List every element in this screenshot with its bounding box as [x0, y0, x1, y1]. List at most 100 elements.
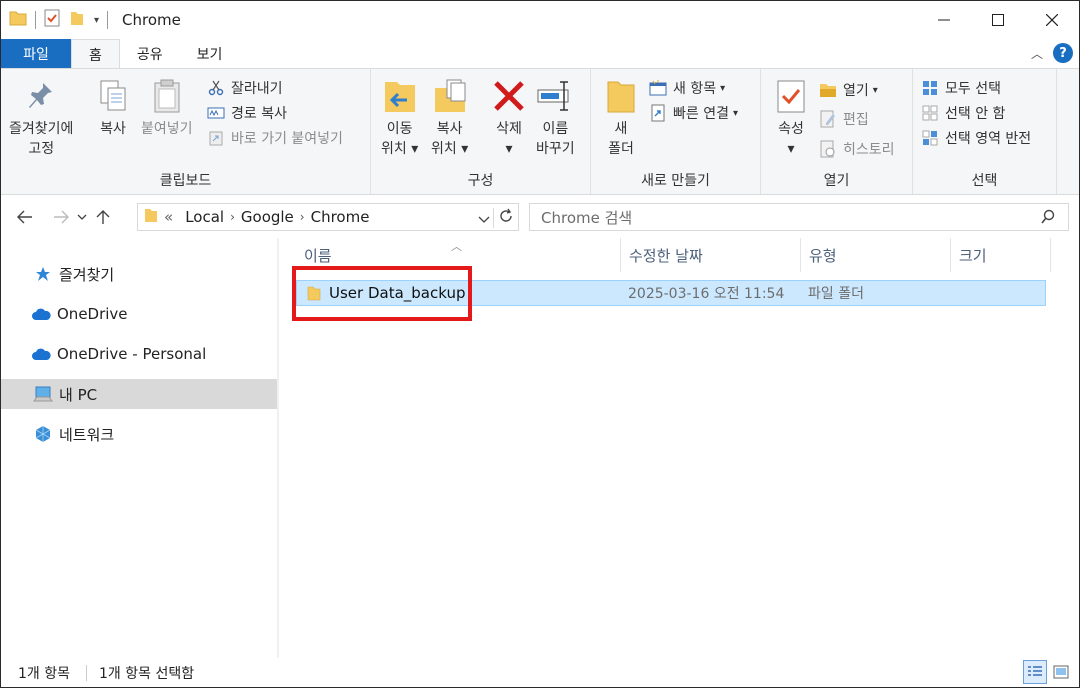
clipboard-icon	[149, 77, 185, 115]
select-none-button[interactable]: 선택 안 함	[921, 102, 1005, 124]
copy-to-icon	[432, 77, 468, 115]
window-controls	[917, 1, 1079, 39]
ribbon-tabs: 파일 홈 공유 보기 ︿ ?	[1, 39, 1079, 69]
copy-icon	[95, 77, 131, 115]
new-group: 새 폴더 새 항목 ▾ 빠른 연결 ▾ 새로 만들기	[591, 69, 761, 194]
rename-button[interactable]: 이름 바꾸기	[536, 77, 575, 159]
forward-button[interactable]	[48, 202, 74, 232]
breadcrumb-local[interactable]: Local	[179, 208, 230, 226]
new-folder-icon[interactable]	[70, 9, 84, 31]
new-folder-icon	[603, 77, 639, 115]
large-icons-view-button[interactable]	[1049, 660, 1073, 684]
copy-path-button[interactable]: 경로 복사	[207, 102, 287, 124]
copy-button[interactable]: 복사	[95, 77, 131, 139]
pin-icon	[23, 77, 59, 115]
breadcrumb-chrome[interactable]: Chrome	[305, 208, 376, 226]
move-to-button[interactable]: 이동 위치 ▾	[381, 77, 418, 159]
properties-button[interactable]: 속성 ▾	[773, 77, 809, 159]
folder-icon	[9, 9, 27, 31]
ribbon: 즐겨찾기에 고정 복사 붙여넣기 잘라내기 경로 복사 바로 가기 붙여넣기 클…	[1, 68, 1079, 195]
network-icon	[33, 425, 53, 443]
select-group: 모두 선택 선택 안 함 선택 영역 반전 선택	[913, 69, 1057, 194]
easy-access-button[interactable]: 빠른 연결 ▾	[649, 102, 738, 124]
open-group: 속성 ▾ 열기 ▾ 편집 히스토리 열기	[761, 69, 913, 194]
item-count: 1개 항목	[18, 665, 70, 682]
delete-button[interactable]: 삭제 ▾	[491, 77, 527, 159]
quick-access-toolbar: ▾	[1, 1, 116, 39]
invert-selection-button[interactable]: 선택 영역 반전	[921, 127, 1031, 149]
easy-access-icon	[649, 104, 667, 122]
nav-item-this-pc[interactable]: 내 PC	[1, 379, 277, 409]
nav-item-onedrive-personal[interactable]: OneDrive - Personal	[1, 339, 277, 369]
new-item-button[interactable]: 새 항목 ▾	[649, 77, 725, 99]
copy-to-button[interactable]: 복사 위치 ▾	[431, 77, 468, 159]
recent-locations-button[interactable]	[74, 202, 90, 232]
edit-icon	[819, 110, 837, 128]
organize-group: 이동 위치 ▾ 복사 위치 ▾ 삭제 ▾ 이름 바꾸기 구성	[371, 69, 591, 194]
navigation-bar: « Local › Google › Chrome Chrome 검색	[1, 196, 1079, 238]
paste-shortcut-icon	[207, 129, 225, 147]
nav-item-onedrive[interactable]: OneDrive	[1, 299, 277, 329]
column-header-size[interactable]: 크기	[951, 238, 1051, 272]
select-all-button[interactable]: 모두 선택	[921, 77, 1001, 99]
nav-item-quick-access[interactable]: 즐겨찾기	[1, 259, 277, 289]
search-icon[interactable]	[1040, 209, 1056, 229]
column-header-date[interactable]: 수정한 날짜	[621, 238, 801, 272]
qat-divider	[35, 11, 36, 29]
maximize-button[interactable]	[971, 1, 1025, 39]
tab-file[interactable]: 파일	[1, 39, 71, 69]
select-all-icon	[921, 79, 939, 97]
collapse-ribbon-icon[interactable]: ︿	[1031, 45, 1043, 62]
details-view-button[interactable]	[1023, 660, 1047, 684]
new-item-icon	[649, 79, 667, 97]
tab-share[interactable]: 공유	[120, 39, 180, 69]
back-button[interactable]	[12, 202, 38, 232]
window-title: Chrome	[122, 11, 181, 29]
breadcrumb-overflow[interactable]: «	[158, 208, 179, 226]
pin-to-quick-access-button[interactable]: 즐겨찾기에 고정	[9, 77, 73, 159]
search-input[interactable]: Chrome 검색	[541, 207, 632, 228]
copy-path-icon	[207, 104, 225, 122]
refresh-icon[interactable]	[493, 208, 514, 228]
status-bar: 1개 항목 1개 항목 선택함	[1, 658, 1079, 687]
paste-shortcut-button[interactable]: 바로 가기 붙여넣기	[207, 127, 343, 149]
chevron-down-icon[interactable]	[478, 210, 490, 228]
cloud-icon	[31, 345, 51, 363]
minimize-button[interactable]	[917, 1, 971, 39]
open-folder-icon	[819, 81, 837, 99]
new-group-label: 새로 만들기	[641, 173, 710, 189]
address-bar[interactable]: « Local › Google › Chrome	[137, 203, 519, 231]
select-group-label: 선택	[971, 173, 998, 189]
clipboard-group: 즐겨찾기에 고정 복사 붙여넣기 잘라내기 경로 복사 바로 가기 붙여넣기 클…	[1, 69, 371, 194]
history-button[interactable]: 히스토리	[819, 138, 895, 160]
new-folder-button[interactable]: 새 폴더	[603, 77, 639, 159]
cut-button[interactable]: 잘라내기	[207, 77, 283, 99]
open-button[interactable]: 열기 ▾	[819, 79, 878, 101]
navigation-pane: 즐겨찾기 OneDrive OneDrive - Personal 내 PC 네…	[1, 238, 277, 658]
title-bar: ▾ Chrome	[1, 1, 1079, 39]
help-icon[interactable]: ?	[1053, 43, 1073, 63]
breadcrumb-google[interactable]: Google	[235, 208, 300, 226]
scissors-icon	[207, 79, 225, 97]
tab-home[interactable]: 홈	[71, 39, 120, 69]
move-to-icon	[382, 77, 418, 115]
nav-item-network[interactable]: 네트워크	[1, 419, 277, 449]
search-box[interactable]: Chrome 검색	[529, 203, 1069, 231]
paste-button[interactable]: 붙여넣기	[141, 77, 193, 139]
column-header-type[interactable]: 유형	[801, 238, 951, 272]
qat-divider	[107, 11, 109, 29]
edit-button[interactable]: 편집	[819, 108, 869, 130]
red-highlight-box	[292, 266, 472, 321]
view-buttons	[1023, 660, 1073, 684]
cloud-icon	[31, 305, 51, 323]
close-button[interactable]	[1025, 1, 1079, 39]
star-icon	[33, 265, 53, 283]
folder-icon	[144, 207, 158, 227]
properties-icon[interactable]	[44, 9, 60, 31]
qat-dropdown-icon[interactable]: ▾	[94, 15, 99, 26]
up-button[interactable]	[90, 202, 116, 232]
select-none-icon	[921, 104, 939, 122]
explorer-window: ▾ Chrome 파일 홈 공유 보기 ︿ ? 즐겨찾기에 고정 복사 붙여넣기…	[0, 0, 1080, 688]
tab-view[interactable]: 보기	[180, 39, 240, 69]
properties-icon	[773, 77, 809, 115]
